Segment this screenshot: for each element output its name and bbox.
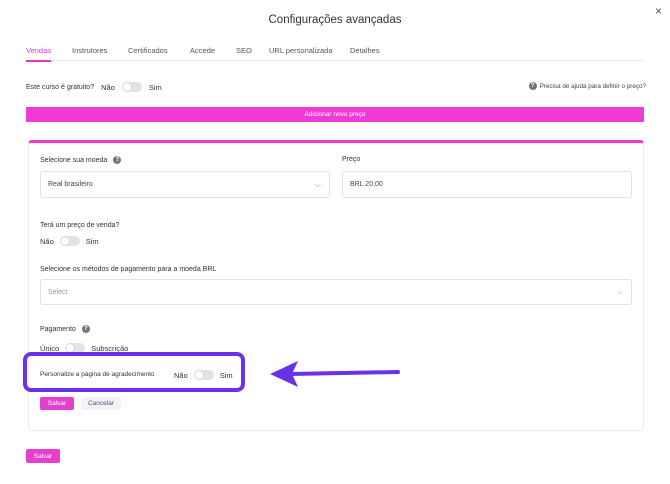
add-price-button[interactable]: Adicionar novo preço (26, 107, 644, 122)
currency-value: Real brasileiro (48, 181, 93, 188)
tab-seo[interactable]: SEO (236, 46, 252, 61)
price-value: BRL 20,00 (350, 181, 383, 188)
free-course-toggle[interactable] (121, 82, 142, 92)
card-cancel-button[interactable]: Cancelar (81, 397, 121, 410)
sale-price-row: Não Sim (40, 236, 99, 246)
pricing-help-link[interactable]: ? Precisa de ajuda para definir o preço? (528, 82, 646, 90)
payment-methods-label: Selecione os métodos de pagamento para a… (40, 266, 217, 273)
payment-label: Pagamento (40, 325, 76, 333)
payment-label-row: Pagamento ? (40, 325, 90, 333)
card-save-button[interactable]: Salvar (40, 397, 74, 410)
modal-title: Configurações avançadas (268, 14, 402, 26)
thank-you-page-highlight (23, 352, 245, 392)
tab-accede[interactable]: Accede (190, 46, 215, 61)
price-label: Preço (342, 156, 361, 163)
free-course-yes-label: Sim (148, 82, 162, 92)
tab-instrutores[interactable]: Instrutores (72, 46, 107, 61)
pricing-help-label: Precisa de ajuda para definir o preço? (539, 82, 646, 90)
payment-methods-select[interactable]: Select ⌵ (40, 279, 632, 305)
footer-save-button[interactable]: Salvar (26, 449, 60, 463)
sale-price-no-label: Não (40, 236, 54, 246)
payment-methods-placeholder: Select (48, 288, 68, 296)
price-input[interactable]: BRL 20,00 (342, 171, 632, 198)
currency-help-icon[interactable]: ? (113, 156, 122, 164)
chevron-down-icon: ⌵ (616, 287, 623, 296)
tab-bar: Vendas Instrutores Certificados Accede S… (26, 46, 644, 62)
currency-label: Selecione sua moeda (40, 156, 108, 164)
tab-vendas[interactable]: Vendas (26, 46, 52, 62)
close-icon[interactable]: × (655, 5, 662, 17)
sale-price-toggle[interactable] (59, 236, 80, 246)
question-circle-icon: ? (528, 82, 537, 90)
tab-certificados[interactable]: Certificados (128, 46, 168, 61)
free-course-label: Este curso é gratuito? (26, 83, 95, 91)
pointer-arrow-icon (270, 361, 400, 387)
tab-detalhes[interactable]: Detalhes (350, 46, 380, 61)
tab-url-personalizada[interactable]: URL personalizada (269, 46, 333, 61)
currency-label-row: Selecione sua moeda ? (40, 156, 122, 164)
free-course-no-label: Não (101, 82, 115, 92)
currency-select[interactable]: Real brasileiro ⌵ (40, 171, 330, 198)
chevron-down-icon: ⌵ (314, 179, 321, 189)
free-course-row: Este curso é gratuito? Não Sim (26, 82, 162, 92)
sale-price-yes-label: Sim (85, 236, 99, 246)
payment-help-icon[interactable]: ? (81, 325, 90, 333)
sale-price-label: Terá um preço de venda? (40, 222, 120, 229)
